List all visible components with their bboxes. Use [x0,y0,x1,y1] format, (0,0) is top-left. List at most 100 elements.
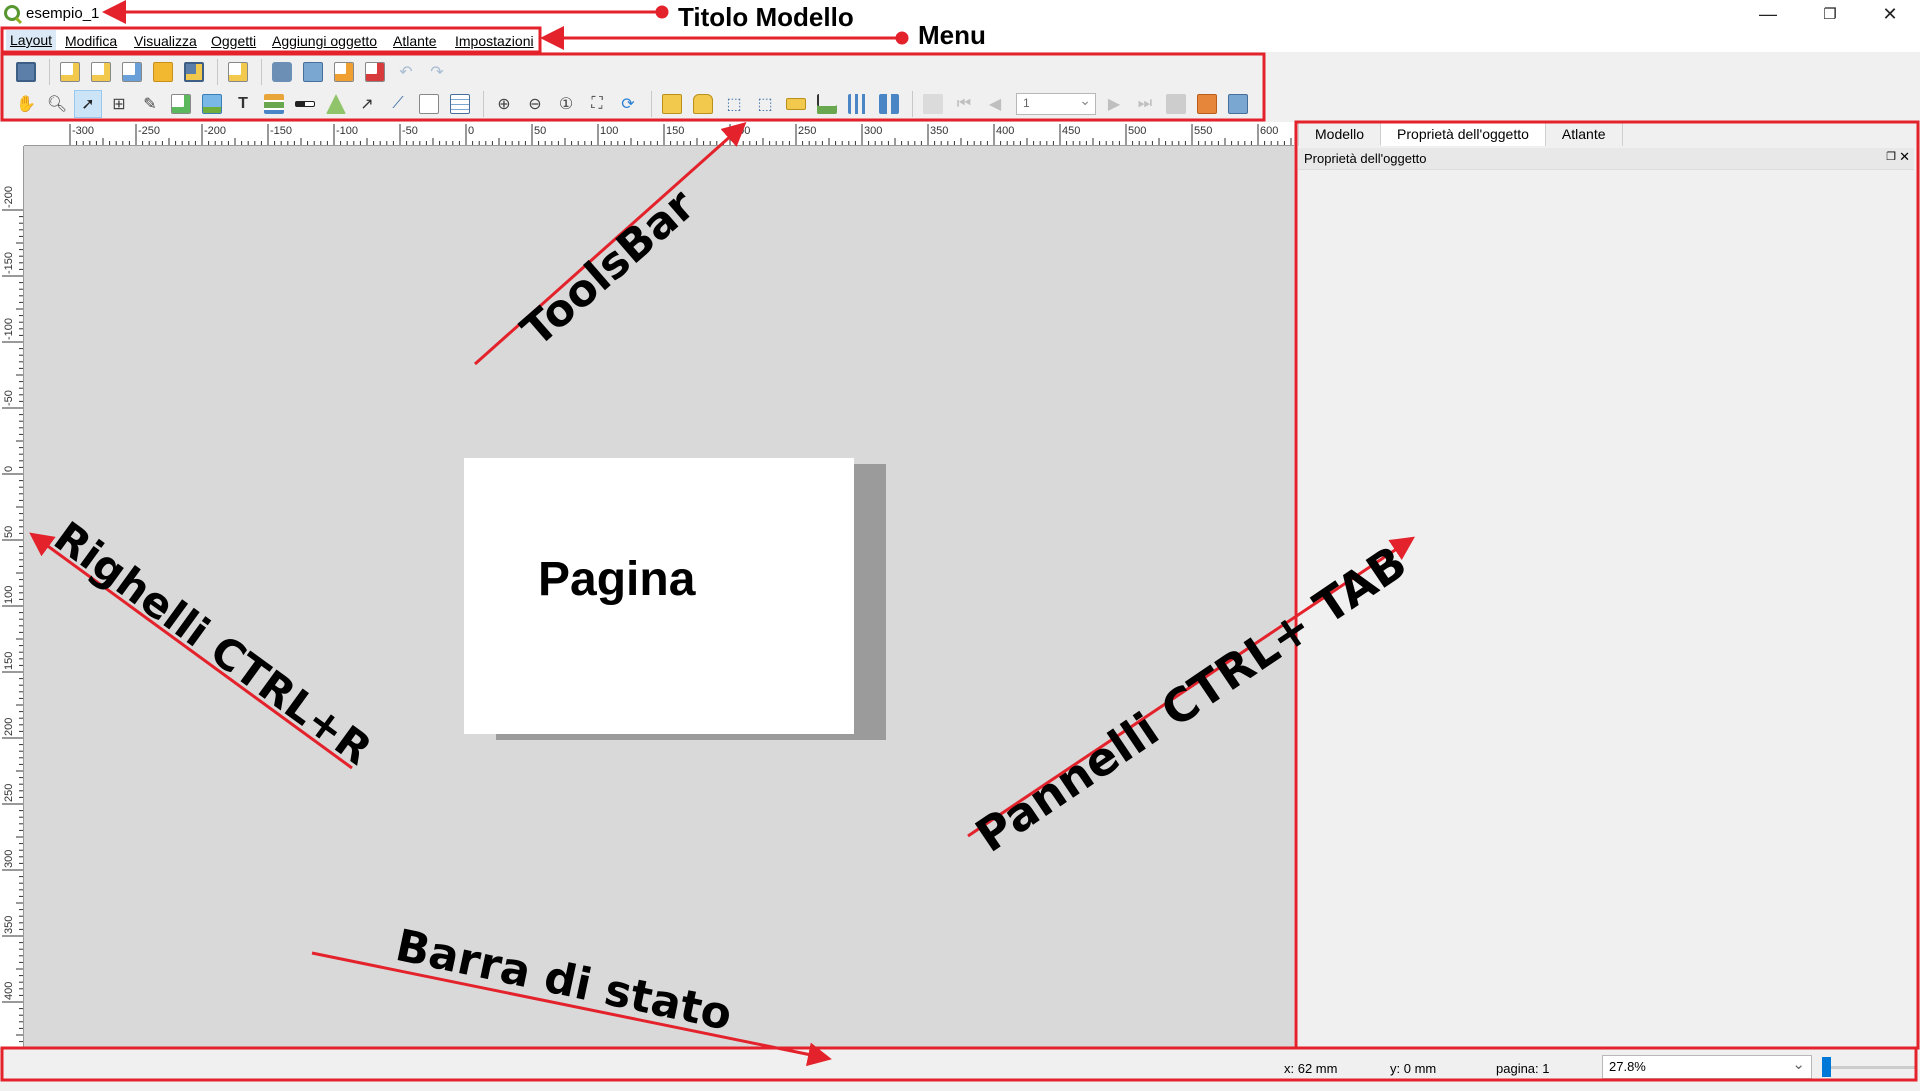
add-label-icon[interactable]: T [229,90,257,118]
atlas-preview-icon[interactable] [919,90,947,118]
add-legend-icon[interactable] [260,90,288,118]
zoom-slider[interactable] [1822,1057,1916,1077]
ruler-label: 200 [732,125,750,137]
resize-items-icon[interactable] [875,90,903,118]
atlas-print-icon[interactable] [1162,90,1190,118]
menu-visualizza[interactable]: Visualizza [134,33,197,49]
ruler-label: 100 [3,586,15,604]
ruler-label: 400 [3,982,15,1000]
zoom-actual-icon[interactable]: ① [552,90,580,118]
close-dock-icon[interactable]: ✕ [1899,149,1910,165]
ruler-label: 200 [3,718,15,736]
zoom-slider-track [1822,1066,1916,1069]
save-as-template-icon[interactable] [180,58,208,86]
vertical-ruler[interactable]: -200 -150 -100 -50 0 50 100 150 200 250 300 350 400 [0,146,24,1048]
zoom-in-icon[interactable]: ⊕ [490,90,518,118]
minimize-button[interactable]: — [1740,0,1796,28]
ruler-label: 150 [666,125,684,137]
atlas-page-select[interactable]: 1 [1016,92,1096,115]
annotation-title-label: Titolo Modello [678,2,854,32]
atlas-export-icon[interactable] [1193,90,1221,118]
zoom-slider-handle[interactable] [1822,1057,1831,1077]
menu-layout[interactable]: Layout [6,30,57,50]
zoom-out-icon[interactable]: ⊖ [521,90,549,118]
horizontal-ruler[interactable]: -300 -250 -200 -150 -100 -50 0 50 100 150 200 250 30… [24,122,1294,146]
edit-nodes-icon[interactable]: ✎ [136,90,164,118]
export-svg-icon[interactable] [330,58,358,86]
dock-header: Proprietà dell'oggetto ❐ ✕ [1298,148,1914,170]
menu-modifica[interactable]: Modifica [65,33,117,49]
add-scalebar-icon[interactable] [291,90,319,118]
tab-modello[interactable]: Modello [1298,122,1382,146]
raise-items-icon[interactable] [782,90,810,118]
ruler-label: -50 [402,125,418,137]
panel-tabs: Modello Proprietà dell'oggetto Atlante [1298,122,1623,146]
menu-atlante[interactable]: Atlante [393,33,437,49]
add-shape-icon[interactable] [322,90,350,118]
export-pdf-icon[interactable] [361,58,389,86]
atlas-previous-icon[interactable]: ◀ [981,90,1009,118]
tab-atlante[interactable]: Atlante [1544,122,1623,146]
select-move-icon[interactable]: ➚ [74,90,102,118]
ruler-label: -150 [270,125,292,137]
add-attribute-table-icon[interactable] [446,90,474,118]
atlas-first-icon[interactable]: ⏮ [950,90,978,118]
ruler-corner [0,122,24,146]
ruler-label: 450 [1062,125,1080,137]
ruler-label: -100 [3,318,15,340]
close-button[interactable]: ✕ [1862,0,1918,28]
tab-proprieta-oggetto[interactable]: Proprietà dell'oggetto [1380,122,1546,146]
redo-icon[interactable]: ↷ [423,58,451,86]
ruler-label: -200 [204,125,226,137]
ruler-label: -50 [3,390,15,406]
atlas-next-icon[interactable]: ▶ [1100,90,1128,118]
open-template-icon[interactable] [149,58,177,86]
save-icon[interactable] [12,58,40,86]
ruler-label: 600 [1260,125,1278,137]
unlock-items-icon[interactable] [689,90,717,118]
atlas-last-icon[interactable]: ⏭ [1131,90,1159,118]
ruler-label: 0 [3,466,15,472]
qgis-logo-icon [4,5,20,21]
new-layout-icon[interactable] [56,58,84,86]
menu-oggetti[interactable]: Oggetti [211,33,256,49]
undo-icon[interactable]: ↶ [392,58,420,86]
distribute-items-icon[interactable] [844,90,872,118]
zoom-select[interactable]: 27.8% [1602,1055,1812,1079]
align-items-icon[interactable] [813,90,841,118]
add-nodes-icon[interactable]: ⟋ [384,90,412,118]
add-picture-icon[interactable] [198,90,226,118]
print-icon[interactable] [268,58,296,86]
annotation-menu-label: Menu [918,20,986,50]
refresh-icon[interactable]: ⟳ [614,90,642,118]
lock-items-icon[interactable] [658,90,686,118]
zoom-full-icon[interactable]: ⛶ [583,90,611,118]
float-dock-icon[interactable]: ❐ [1886,150,1896,163]
page-properties-icon[interactable] [224,58,252,86]
zoom-tool-icon[interactable]: 🔍︎ [43,90,71,118]
menu-impostazioni[interactable]: Impostazioni [455,33,534,49]
group-items-icon[interactable]: ⬚ [720,90,748,118]
add-html-icon[interactable] [415,90,443,118]
atlas-settings-icon[interactable] [1224,90,1252,118]
toolbar-row-tools: ✋ 🔍︎ ➚ ⊞ ✎ T ↗ ⟋ ⊕ ⊖ ① ⛶ ⟳ ⬚ ⬚ ⏮ ◀ 1 ⌄ ▶… [0,88,1255,120]
toolbar-row-layout: ↶ ↷ [0,56,454,88]
cursor-y-readout: y: 0 mm [1390,1061,1437,1076]
add-arrow-icon[interactable]: ↗ [353,90,381,118]
pan-hand-icon[interactable]: ✋ [12,90,40,118]
ruler-label: 150 [3,652,15,670]
ruler-label: 350 [930,125,948,137]
ruler-label: 50 [534,125,546,137]
ruler-label: -150 [3,252,15,274]
menu-aggiungi-oggetto[interactable]: Aggiungi oggetto [272,33,377,49]
duplicate-layout-icon[interactable] [87,58,115,86]
ruler-label: -100 [336,125,358,137]
layout-manager-icon[interactable] [118,58,146,86]
dock-title: Proprietà dell'oggetto [1304,151,1427,166]
ungroup-items-icon[interactable]: ⬚ [751,90,779,118]
export-image-icon[interactable] [299,58,327,86]
restore-button[interactable]: ❐ [1802,0,1858,28]
toolbars: ↶ ↷ ✋ 🔍︎ ➚ ⊞ ✎ T ↗ ⟋ ⊕ ⊖ ① ⛶ ⟳ ⬚ ⬚ ⏮ ◀ 1… [0,54,1920,122]
add-map-icon[interactable] [167,90,195,118]
move-content-icon[interactable]: ⊞ [105,90,133,118]
